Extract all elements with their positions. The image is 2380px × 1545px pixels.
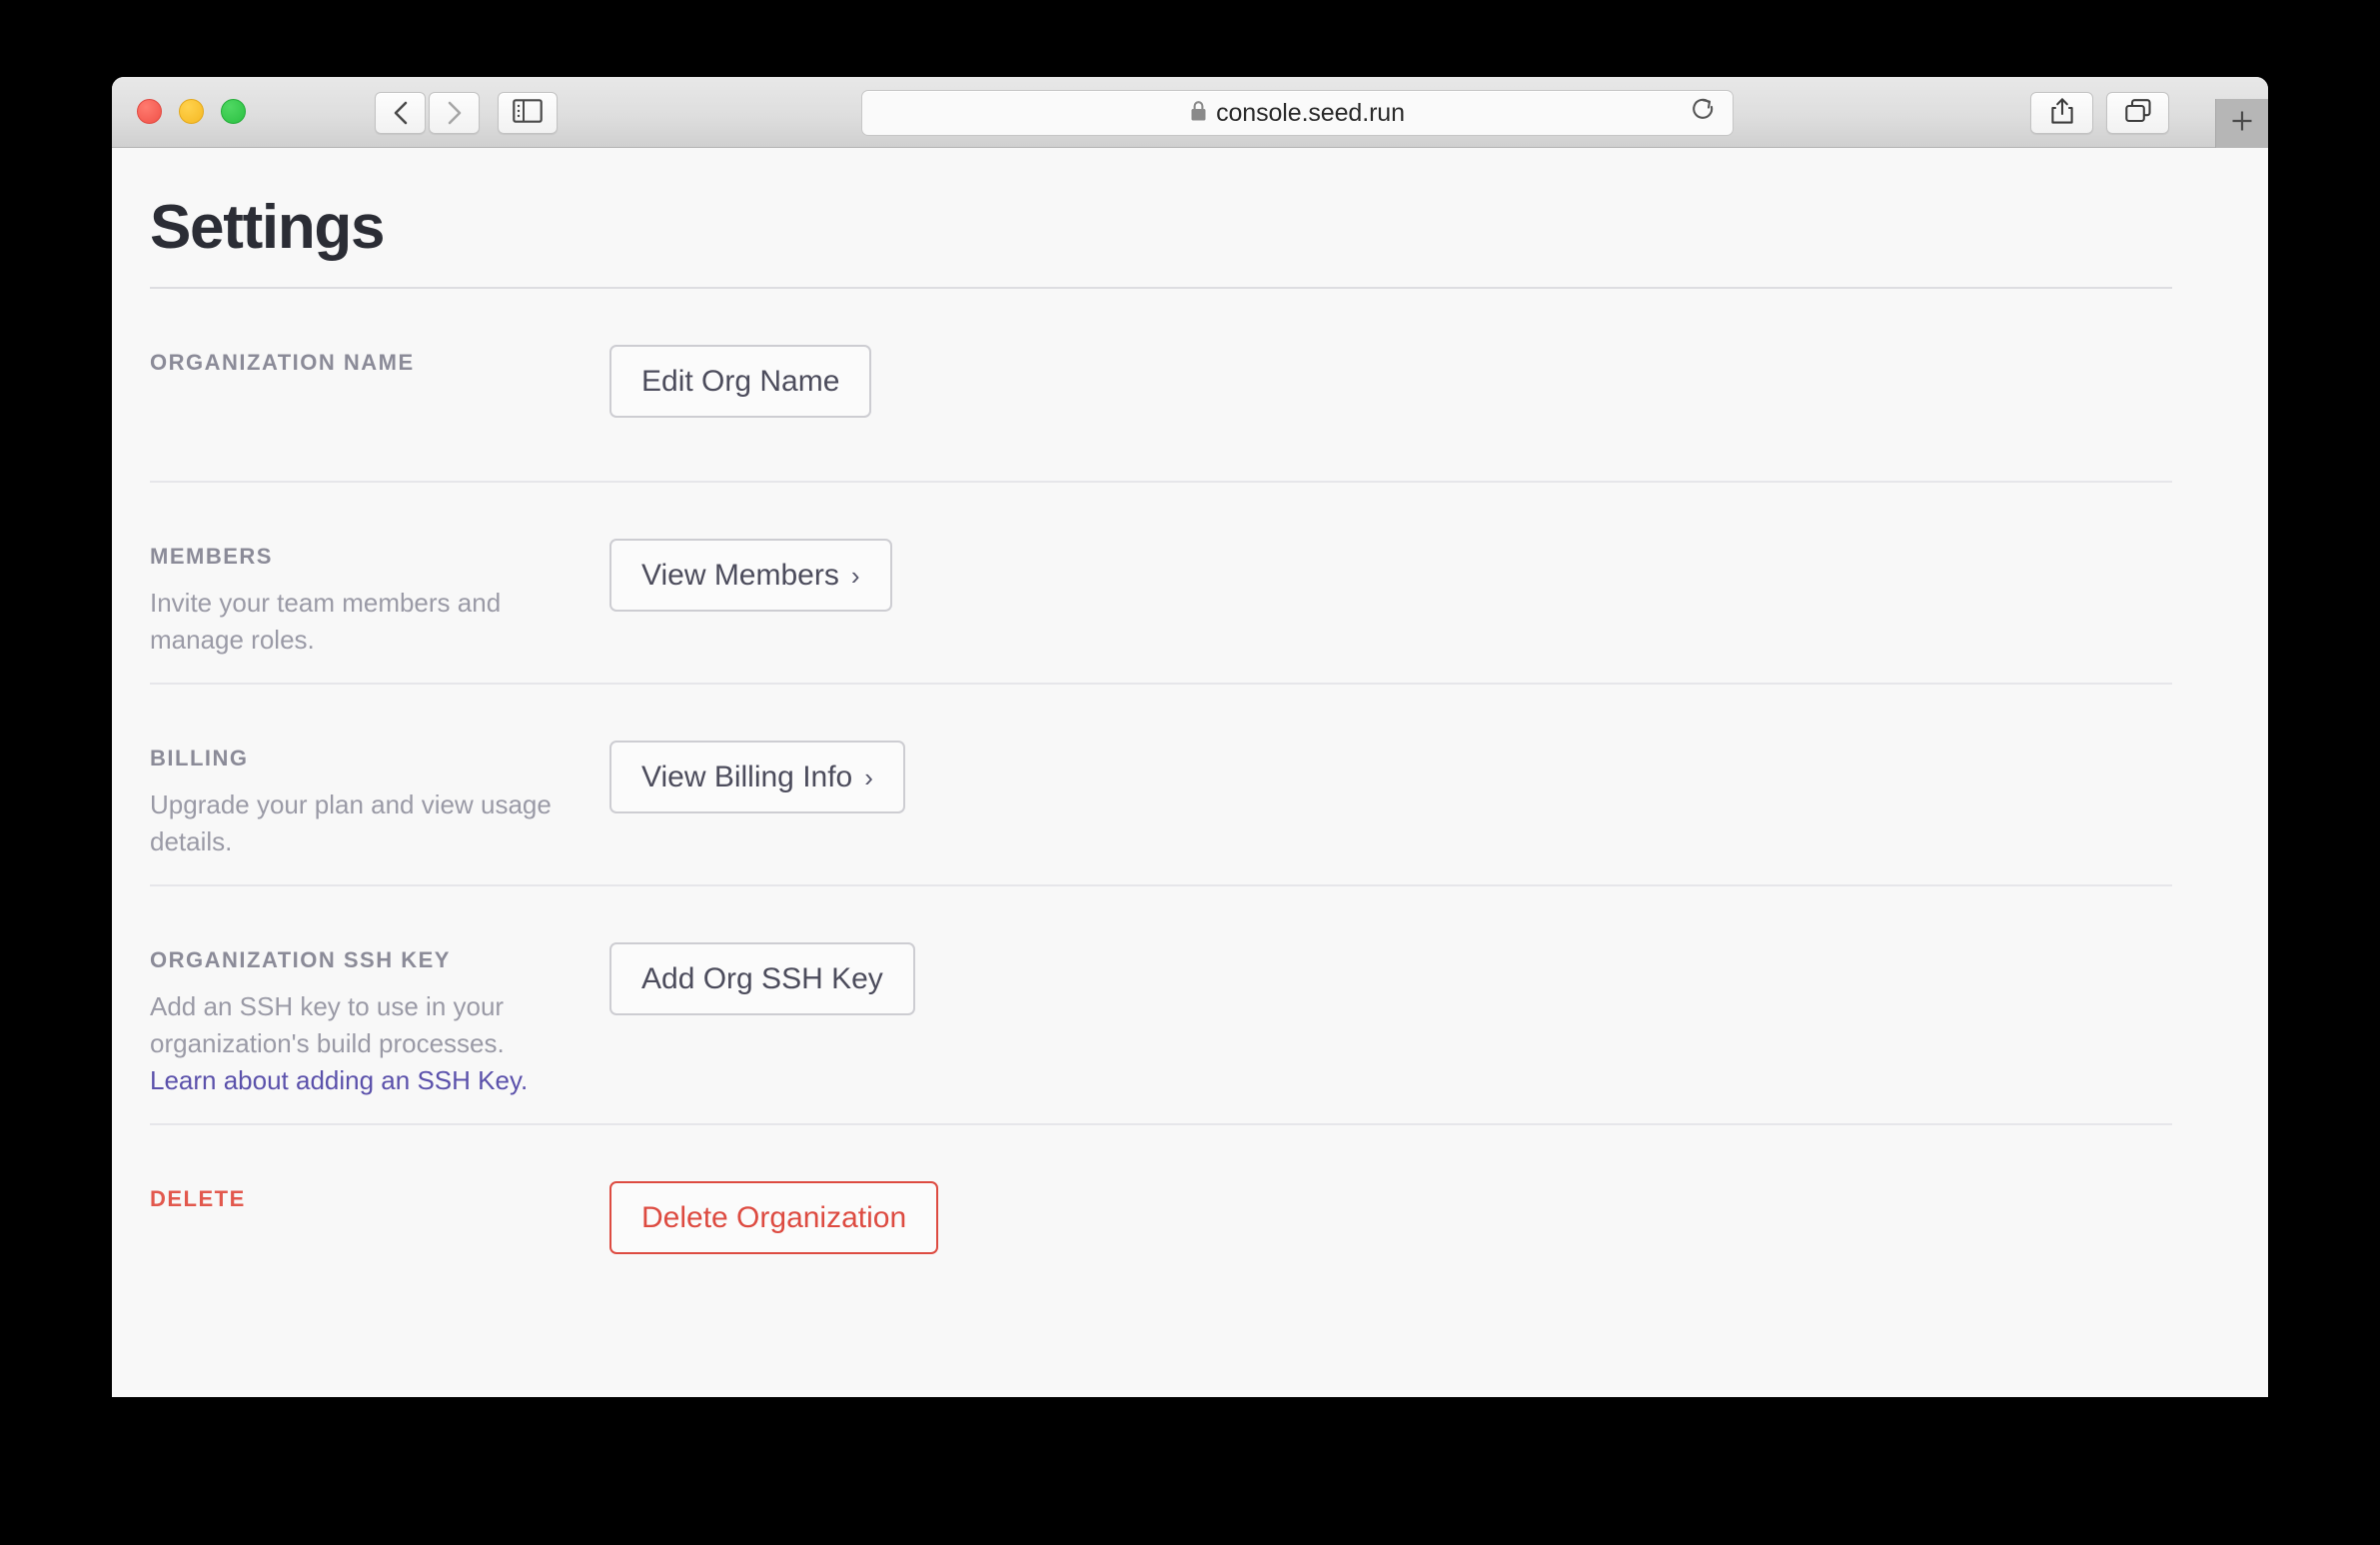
section-action: View Members › bbox=[609, 539, 892, 612]
share-icon bbox=[2050, 97, 2074, 130]
show-tabs-icon bbox=[2124, 98, 2152, 129]
minimize-window-button[interactable] bbox=[179, 99, 204, 124]
section-text: BILLING Upgrade your plan and view usage… bbox=[150, 741, 609, 860]
sidebar-toggle-icon bbox=[513, 99, 543, 128]
reload-button[interactable] bbox=[1689, 98, 1719, 128]
section-label: ORGANIZATION NAME bbox=[150, 352, 609, 374]
section-label: MEMBERS bbox=[150, 546, 609, 568]
section-action: Edit Org Name bbox=[609, 345, 871, 418]
reload-icon bbox=[1691, 97, 1717, 130]
button-label: View Billing Info bbox=[641, 761, 852, 793]
sidebar-toggle-button[interactable] bbox=[498, 92, 558, 134]
page-content: Settings ORGANIZATION NAME Edit Org Name… bbox=[112, 148, 2268, 1397]
address-bar[interactable]: console.seed.run bbox=[861, 90, 1734, 136]
section-text: ORGANIZATION SSH KEY Add an SSH key to u… bbox=[150, 942, 609, 1099]
chevron-left-icon bbox=[392, 100, 410, 126]
window-controls bbox=[137, 99, 246, 124]
section-action: Add Org SSH Key bbox=[609, 942, 915, 1015]
url-text: console.seed.run bbox=[1216, 99, 1405, 128]
address-bar-content: console.seed.run bbox=[1190, 99, 1405, 128]
show-tabs-button[interactable] bbox=[2106, 92, 2169, 134]
browser-toolbar: console.seed.run bbox=[112, 77, 2268, 148]
ssh-key-docs-link[interactable]: Learn about adding an SSH Key. bbox=[150, 1065, 528, 1095]
chevron-right-icon: › bbox=[851, 563, 860, 589]
page-title: Settings bbox=[150, 148, 2172, 263]
chevron-right-icon bbox=[446, 100, 464, 126]
section-delete: DELETE Delete Organization bbox=[150, 1125, 2172, 1293]
chevron-right-icon: › bbox=[864, 765, 873, 790]
toolbar-right-buttons bbox=[2030, 92, 2169, 134]
description-text: Add an SSH key to use in your organizati… bbox=[150, 991, 505, 1058]
share-button[interactable] bbox=[2030, 92, 2093, 134]
add-org-ssh-key-button[interactable]: Add Org SSH Key bbox=[609, 942, 915, 1015]
close-window-button[interactable] bbox=[137, 99, 162, 124]
new-tab-button[interactable] bbox=[2215, 99, 2268, 148]
section-description: Add an SSH key to use in your organizati… bbox=[150, 988, 570, 1099]
view-members-button[interactable]: View Members › bbox=[609, 539, 892, 612]
section-description: Upgrade your plan and view usage details… bbox=[150, 786, 570, 860]
section-organization-ssh-key: ORGANIZATION SSH KEY Add an SSH key to u… bbox=[150, 886, 2172, 1099]
browser-window: console.seed.run bbox=[112, 77, 2268, 1397]
section-text: MEMBERS Invite your team members and man… bbox=[150, 539, 609, 659]
settings-container: Settings ORGANIZATION NAME Edit Org Name… bbox=[112, 148, 2268, 1293]
forward-button[interactable] bbox=[429, 92, 480, 134]
maximize-window-button[interactable] bbox=[221, 99, 246, 124]
navigation-buttons bbox=[375, 92, 480, 134]
button-label: Delete Organization bbox=[641, 1201, 906, 1234]
button-label: View Members bbox=[641, 559, 839, 592]
section-text: DELETE bbox=[150, 1181, 609, 1210]
button-label: Add Org SSH Key bbox=[641, 962, 883, 995]
view-billing-info-button[interactable]: View Billing Info › bbox=[609, 741, 905, 813]
back-button[interactable] bbox=[375, 92, 426, 134]
edit-org-name-button[interactable]: Edit Org Name bbox=[609, 345, 871, 418]
section-members: MEMBERS Invite your team members and man… bbox=[150, 483, 2172, 659]
section-label: ORGANIZATION SSH KEY bbox=[150, 949, 609, 971]
section-organization-name: ORGANIZATION NAME Edit Org Name bbox=[150, 289, 2172, 457]
section-action: View Billing Info › bbox=[609, 741, 905, 813]
plus-icon bbox=[2228, 107, 2256, 140]
delete-organization-button[interactable]: Delete Organization bbox=[609, 1181, 938, 1254]
section-description: Invite your team members and manage role… bbox=[150, 585, 570, 659]
section-label: BILLING bbox=[150, 748, 609, 770]
section-billing: BILLING Upgrade your plan and view usage… bbox=[150, 685, 2172, 860]
button-label: Edit Org Name bbox=[641, 365, 839, 398]
section-text: ORGANIZATION NAME bbox=[150, 345, 609, 374]
lock-icon bbox=[1190, 100, 1207, 127]
section-label: DELETE bbox=[150, 1188, 609, 1210]
section-action: Delete Organization bbox=[609, 1181, 938, 1254]
